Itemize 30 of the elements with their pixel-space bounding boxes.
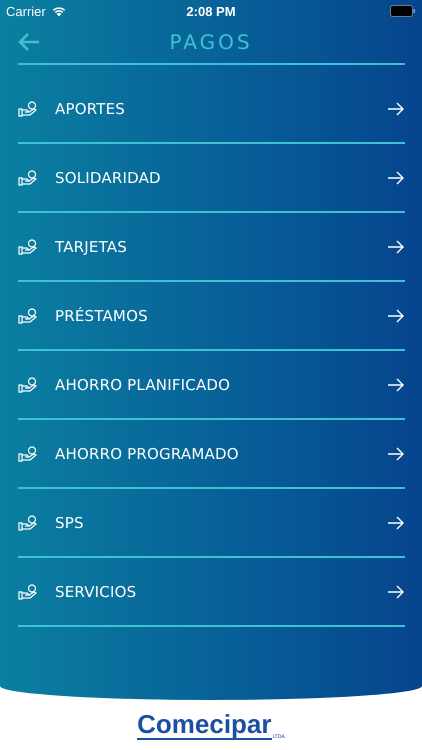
hand-coin-icon <box>18 584 38 600</box>
hand-coin-icon <box>18 170 38 186</box>
menu-item[interactable]: AHORRO PROGRAMADO <box>18 420 405 489</box>
hand-coin-icon <box>18 446 38 462</box>
menu-item[interactable]: APORTES <box>18 75 405 144</box>
arrow-right-icon <box>387 584 405 598</box>
arrow-right-icon <box>387 446 405 460</box>
menu-item[interactable]: PRÉSTAMOS <box>18 282 405 351</box>
arrow-right-icon <box>387 308 405 322</box>
menu-item[interactable]: SERVICIOS <box>18 558 405 627</box>
arrow-right-icon <box>387 170 405 184</box>
hand-coin-icon <box>18 514 38 530</box>
status-time: 2:08 PM <box>185 4 237 18</box>
carrier-label: Carrier <box>6 4 46 18</box>
hand-coin-icon <box>18 238 38 254</box>
hand-coin-icon <box>18 100 38 116</box>
back-arrow-icon[interactable] <box>17 32 41 52</box>
page-title: PAGOS <box>168 30 254 54</box>
hand-coin-icon <box>18 308 38 324</box>
arrow-right-icon <box>387 102 405 116</box>
menu-item[interactable]: TARJETAS <box>18 213 405 282</box>
arrow-right-icon <box>387 516 405 530</box>
battery-icon <box>390 5 416 17</box>
menu-item[interactable]: AHORRO PLANIFICADO <box>18 351 405 420</box>
menu-item[interactable]: SPS <box>18 489 405 558</box>
menu-item[interactable]: SOLIDARIDAD <box>18 144 405 213</box>
arrow-right-icon <box>387 240 405 254</box>
hand-coin-icon <box>18 376 38 392</box>
wifi-icon <box>50 5 67 17</box>
arrow-right-icon <box>387 378 405 392</box>
